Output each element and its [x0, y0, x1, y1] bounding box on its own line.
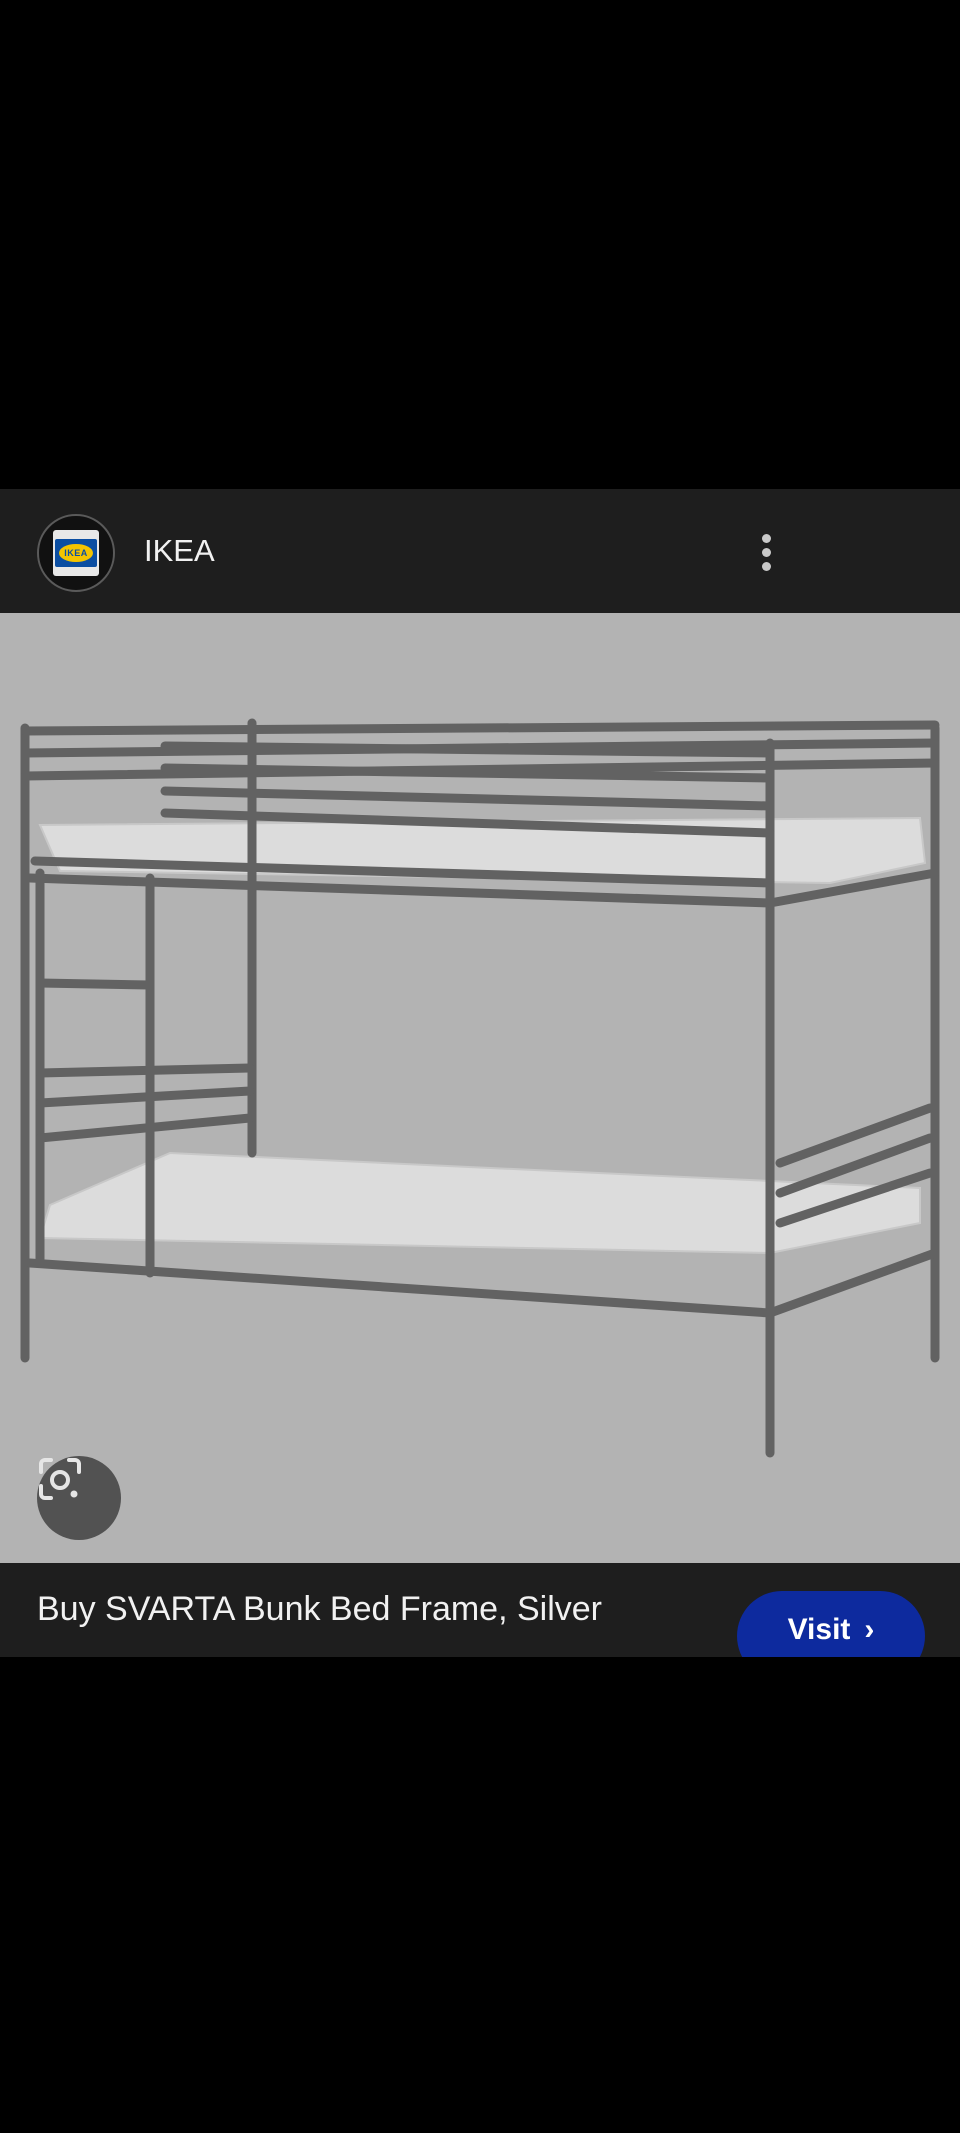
bunk-bed-illustration	[20, 718, 940, 1458]
chevron-right-icon: ›	[864, 1613, 875, 1646]
more-vert-icon[interactable]	[746, 527, 786, 577]
visit-label: Visit	[787, 1613, 851, 1646]
ikea-logo-icon: IKEA	[53, 530, 99, 576]
google-lens-icon[interactable]	[37, 1456, 121, 1540]
site-avatar[interactable]: IKEA	[37, 514, 115, 592]
result-header: IKEA IKEA	[0, 489, 960, 613]
image-result-card: IKEA IKEA Buy SVARTA Bunk Bed Frame, Sil…	[0, 489, 960, 1657]
dimmed-backdrop-top	[0, 0, 960, 489]
result-footer: Buy SVARTA Bunk Bed Frame, Silver Visit …	[0, 1563, 960, 1657]
dimmed-backdrop-bottom	[0, 1657, 960, 2133]
product-image[interactable]	[0, 613, 960, 1563]
visit-button[interactable]: Visit ›	[737, 1591, 925, 1657]
product-title[interactable]: Buy SVARTA Bunk Bed Frame, Silver	[37, 1583, 602, 1635]
site-name[interactable]: IKEA	[144, 527, 215, 575]
